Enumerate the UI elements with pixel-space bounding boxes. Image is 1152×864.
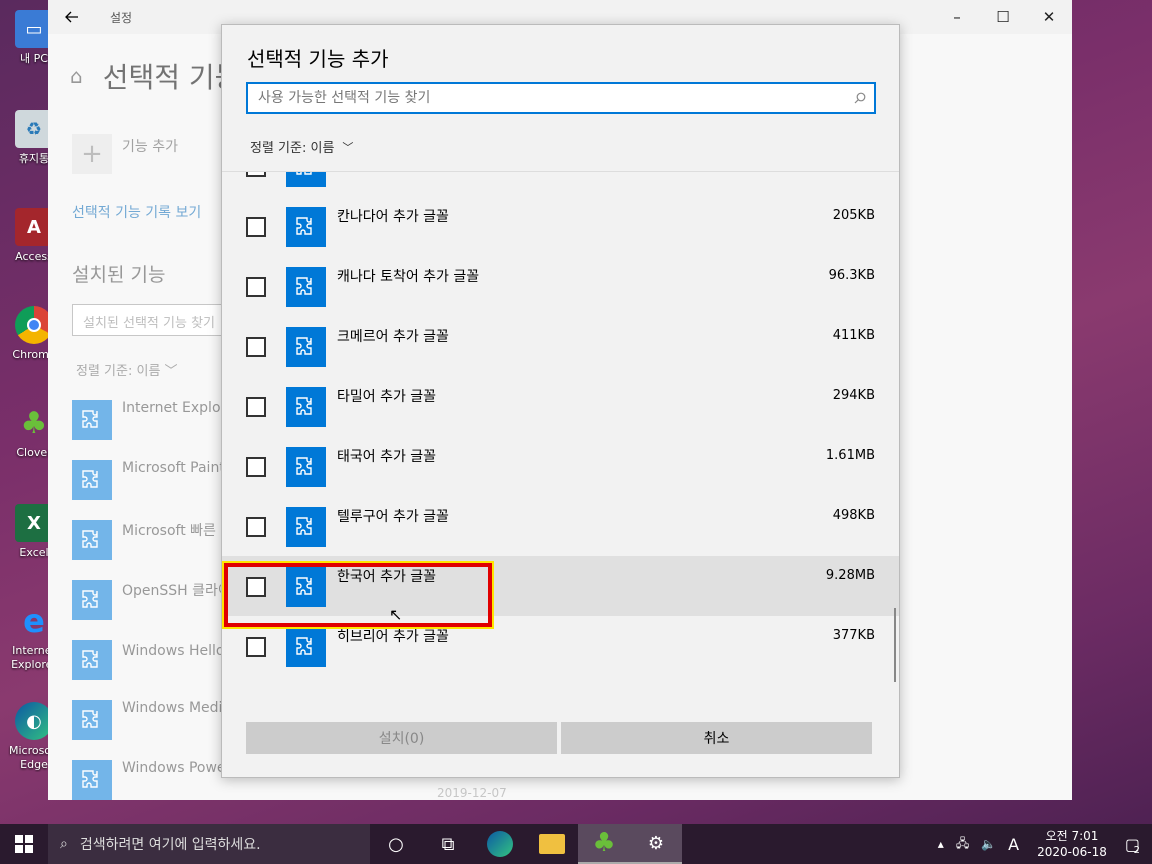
- search-icon: ⌕: [60, 836, 68, 852]
- feature-size: 9.28MB: [825, 568, 875, 583]
- sort-dropdown[interactable]: 정렬 기준: 이름 ﹀: [250, 137, 354, 157]
- feature-search-box: [246, 82, 876, 114]
- settings-taskbar-icon[interactable]: ⚙: [630, 824, 682, 864]
- taskbar-search-box[interactable]: ⌕ 검색하려면 여기에 입력하세요.: [48, 824, 370, 864]
- sort-label: 정렬 기준: 이름: [250, 141, 335, 156]
- clock-date: 2020-06-18: [1037, 845, 1107, 859]
- cancel-button[interactable]: 취소: [561, 722, 872, 754]
- task-view-icon[interactable]: ⧉: [422, 824, 474, 864]
- start-button[interactable]: [0, 824, 48, 864]
- checkbox[interactable]: [246, 277, 266, 297]
- puzzle-piece-icon: [286, 627, 326, 667]
- window-controls: – ☐ ✕: [934, 0, 1072, 34]
- feature-size: 1.61MB: [825, 448, 875, 463]
- feature-name: 태국어 추가 글꼴: [337, 449, 437, 465]
- clock[interactable]: 오전 7:01 2020-06-18: [1037, 828, 1107, 860]
- feature-size: 498KB: [832, 508, 875, 523]
- list-item-hovered[interactable]: 한국어 추가 글꼴 9.28MB: [222, 556, 899, 616]
- feature-name: 텔루구어 추가 글꼴: [337, 509, 449, 525]
- list-item[interactable]: 캐나다 토착어 추가 글꼴 96.3KB: [222, 256, 899, 316]
- feature-list: 칸나다어 추가 글꼴 205KB 캐나다 토착어 추가 글꼴 96.3KB 크메…: [222, 171, 899, 697]
- ime-indicator[interactable]: A: [1008, 835, 1019, 854]
- feature-size: 411KB: [832, 328, 875, 343]
- chevron-down-icon: ﹀: [342, 140, 354, 154]
- checkbox[interactable]: [246, 172, 266, 177]
- puzzle-piece-icon: [286, 447, 326, 487]
- checkbox[interactable]: [246, 637, 266, 657]
- list-item[interactable]: 칸나다어 추가 글꼴 205KB: [222, 196, 899, 256]
- list-item[interactable]: 히브리어 추가 글꼴 377KB: [222, 616, 899, 676]
- checkbox[interactable]: [246, 457, 266, 477]
- dialog-title: 선택적 기능 추가: [247, 47, 389, 71]
- puzzle-piece-icon: [286, 507, 326, 547]
- clover-taskbar-icon[interactable]: ♣: [578, 824, 630, 864]
- feature-name: 한국어 추가 글꼴: [337, 569, 437, 585]
- scrollbar[interactable]: [894, 608, 896, 682]
- puzzle-piece-icon: [286, 387, 326, 427]
- feature-name: 캐나다 토착어 추가 글꼴: [337, 269, 480, 285]
- back-arrow-icon: [65, 11, 78, 23]
- maximize-button[interactable]: ☐: [980, 0, 1026, 34]
- windows-logo-icon: [15, 835, 33, 853]
- mouse-cursor-icon: ↖: [389, 605, 403, 624]
- puzzle-piece-icon: [286, 207, 326, 247]
- checkbox[interactable]: [246, 517, 266, 537]
- feature-size: 377KB: [832, 628, 875, 643]
- notification-count: 2: [1133, 844, 1140, 856]
- search-icon[interactable]: [846, 92, 874, 104]
- taskbar: ⌕ 검색하려면 여기에 입력하세요. ○ ⧉ ♣ ⚙ ▴ 🖧 🔈 A 오전 7:…: [0, 824, 1152, 864]
- feature-size: 205KB: [832, 208, 875, 223]
- back-button[interactable]: [48, 0, 96, 34]
- feature-size: 294KB: [832, 388, 875, 403]
- network-icon[interactable]: 🖧: [956, 834, 969, 855]
- puzzle-piece-icon: [286, 327, 326, 367]
- cortana-icon[interactable]: ○: [370, 824, 422, 864]
- list-item[interactable]: 태국어 추가 글꼴 1.61MB: [222, 436, 899, 496]
- app-title: 설정: [110, 10, 133, 25]
- chevron-up-icon[interactable]: ▴: [938, 837, 944, 851]
- list-item[interactable]: 텔루구어 추가 글꼴 498KB: [222, 496, 899, 556]
- feature-size: 96.3KB: [828, 268, 875, 283]
- checkbox[interactable]: [246, 397, 266, 417]
- list-item[interactable]: [222, 172, 899, 196]
- feature-name: 칸나다어 추가 글꼴: [337, 209, 449, 225]
- feature-search-input[interactable]: [248, 84, 846, 112]
- feature-name: 크메르어 추가 글꼴: [337, 329, 449, 345]
- close-button[interactable]: ✕: [1026, 0, 1072, 34]
- add-optional-feature-dialog: 선택적 기능 추가 정렬 기준: 이름 ﹀ 칸나다어 추가 글꼴 205KB 캐…: [221, 24, 900, 778]
- minimize-button[interactable]: –: [934, 0, 980, 34]
- dialog-buttons: 설치(0) 취소: [246, 722, 872, 754]
- list-item[interactable]: 크메르어 추가 글꼴 411KB: [222, 316, 899, 376]
- feature-name: 히브리어 추가 글꼴: [337, 629, 449, 645]
- clock-time: 오전 7:01: [1045, 829, 1099, 843]
- puzzle-piece-icon: [286, 172, 326, 187]
- puzzle-piece-icon: [286, 267, 326, 307]
- volume-icon[interactable]: 🔈: [981, 837, 996, 851]
- taskbar-search-placeholder: 검색하려면 여기에 입력하세요.: [79, 837, 261, 853]
- checkbox[interactable]: [246, 577, 266, 597]
- checkbox[interactable]: [246, 217, 266, 237]
- file-explorer-icon[interactable]: [526, 824, 578, 864]
- checkbox[interactable]: [246, 337, 266, 357]
- list-item[interactable]: 타밀어 추가 글꼴 294KB: [222, 376, 899, 436]
- feature-name: 타밀어 추가 글꼴: [337, 389, 437, 405]
- notification-icon[interactable]: ▢ 2: [1125, 835, 1140, 856]
- edge-taskbar-icon[interactable]: [474, 824, 526, 864]
- puzzle-piece-icon: [286, 567, 326, 607]
- system-tray: ▴ 🖧 🔈 A 오전 7:01 2020-06-18 ▢ 2: [932, 824, 1152, 864]
- install-button[interactable]: 설치(0): [246, 722, 557, 754]
